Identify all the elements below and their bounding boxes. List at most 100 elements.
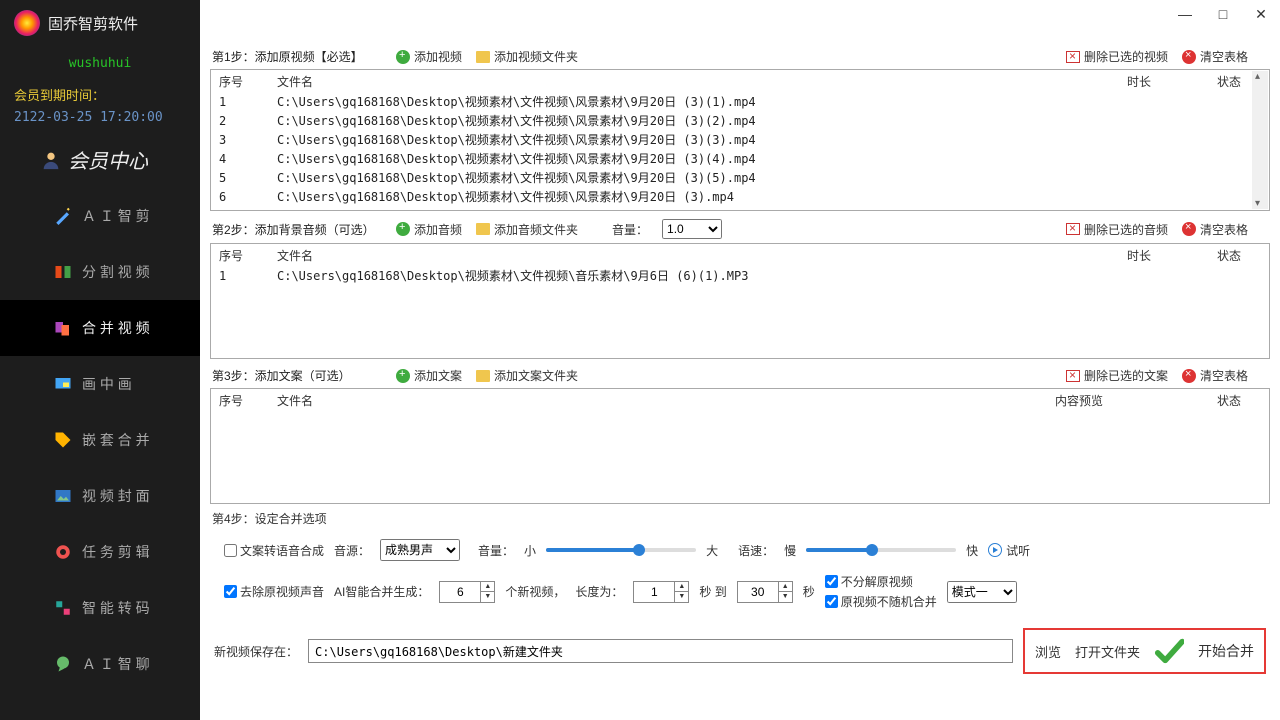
app-title-bar: 固乔智剪软件 — [0, 0, 200, 46]
username: wushuhui — [0, 46, 200, 81]
delete-selected-video-button[interactable]: 删除已选的视频 — [1066, 48, 1168, 65]
mode-select[interactable]: 模式一 — [947, 581, 1017, 603]
step1-bar: 第1步：添加原视频【必选】 添加视频 添加视频文件夹 删除已选的视频 清空表格 — [210, 44, 1270, 69]
maximize-button[interactable]: □ — [1216, 6, 1230, 23]
nav-merge[interactable]: 合 并 视 频 — [0, 300, 200, 356]
no-random-checkbox[interactable] — [825, 595, 838, 608]
nav-cover[interactable]: 视 频 封 面 — [0, 468, 200, 524]
chat-icon — [54, 655, 72, 673]
col-status: 状态 — [1189, 390, 1269, 411]
scrollbar[interactable] — [1252, 71, 1268, 209]
step1-label: 第1步：添加原视频【必选】 — [212, 48, 382, 65]
nav-transcode[interactable]: 智 能 转 码 — [0, 580, 200, 636]
browse-button[interactable]: 浏览 — [1035, 642, 1061, 661]
remove-orig-audio-checkbox[interactable] — [224, 585, 237, 598]
folder-icon — [476, 223, 490, 235]
table-row[interactable]: 1C:\Users\gq168168\Desktop\视频素材\文件视频\风景素… — [211, 92, 1269, 111]
open-folder-button[interactable]: 打开文件夹 — [1075, 642, 1140, 661]
tag-icon — [54, 431, 72, 449]
start-merge-button[interactable]: 开始合并 — [1198, 641, 1254, 661]
add-audio-folder-button[interactable]: 添加音频文件夹 — [476, 221, 578, 238]
folder-icon — [476, 370, 490, 382]
len-max-spinner[interactable]: ▲▼ — [737, 581, 793, 603]
add-text-button[interactable]: 添加文案 — [396, 367, 462, 384]
nav-nest[interactable]: 嵌 套 合 并 — [0, 412, 200, 468]
split-icon — [54, 263, 72, 281]
member-center-link[interactable]: 会员中心 — [0, 139, 200, 188]
volume-slider[interactable] — [546, 548, 696, 552]
listen-button[interactable]: 试听 — [988, 542, 1030, 559]
col-no: 序号 — [211, 245, 269, 266]
app-logo-icon — [14, 10, 40, 36]
main-content: — □ ✕ 第1步：添加原视频【必选】 添加视频 添加视频文件夹 删除已选的视频… — [200, 0, 1280, 720]
step3-label: 第3步：添加文案（可选） — [212, 367, 382, 384]
col-preview: 内容预览 — [969, 390, 1189, 411]
member-avatar-icon — [40, 149, 62, 171]
voice-select[interactable]: 成熟男声 — [380, 539, 460, 561]
magic-icon — [54, 207, 72, 225]
pip-icon — [54, 375, 72, 393]
table-row[interactable]: 5C:\Users\gq168168\Desktop\视频素材\文件视频\风景素… — [211, 168, 1269, 187]
app-title: 固乔智剪软件 — [48, 13, 138, 34]
play-icon — [988, 543, 1002, 557]
voice-label: 音源： — [334, 542, 370, 559]
table-row[interactable]: 3C:\Users\gq168168\Desktop\视频素材\文件视频\风景素… — [211, 130, 1269, 149]
delete-icon — [1066, 370, 1080, 382]
nav-task[interactable]: 任 务 剪 辑 — [0, 524, 200, 580]
transcode-icon — [54, 599, 72, 617]
output-label: 新视频保存在： — [214, 643, 298, 660]
len-min-spinner[interactable]: ▲▼ — [633, 581, 689, 603]
plus-icon — [396, 222, 410, 236]
table-row[interactable]: 2C:\Users\gq168168\Desktop\视频素材\文件视频\风景素… — [211, 111, 1269, 130]
audio-volume-label: 音量： — [612, 221, 648, 238]
table-row[interactable]: 4C:\Users\gq168168\Desktop\视频素材\文件视频\风景素… — [211, 149, 1269, 168]
folder-icon — [476, 51, 490, 63]
clear-text-table-button[interactable]: 清空表格 — [1182, 367, 1248, 384]
plus-icon — [396, 50, 410, 64]
clear-audio-table-button[interactable]: 清空表格 — [1182, 221, 1248, 238]
volume-label: 音量： — [478, 542, 514, 559]
step4-panel: 文案转语音合成 音源： 成熟男声 音量： 小 大 语速： 慢 快 试听 去除原视… — [210, 531, 1270, 618]
col-no: 序号 — [211, 390, 269, 411]
action-box: 浏览 打开文件夹 开始合并 — [1023, 628, 1266, 674]
add-video-folder-button[interactable]: 添加视频文件夹 — [476, 48, 578, 65]
nav-ai-chat[interactable]: Ａ Ｉ 智 聊 — [0, 636, 200, 692]
step3-bar: 第3步：添加文案（可选） 添加文案 添加文案文件夹 删除已选的文案 清空表格 — [210, 363, 1270, 388]
gen-label: AI智能合并生成： — [334, 583, 429, 600]
nav: Ａ Ｉ 智 剪 分 割 视 频 合 并 视 频 画 中 画 嵌 套 合 并 视 … — [0, 188, 200, 692]
sidebar: 固乔智剪软件 wushuhui 会员到期时间： 2122-03-25 17:20… — [0, 0, 200, 720]
tts-checkbox[interactable] — [224, 544, 237, 557]
col-filename: 文件名 — [269, 71, 1089, 92]
col-filename: 文件名 — [269, 390, 969, 411]
window-controls: — □ ✕ — [1178, 6, 1268, 23]
add-video-button[interactable]: 添加视频 — [396, 48, 462, 65]
audio-volume-select[interactable]: 1.0 — [662, 219, 722, 239]
image-icon — [54, 487, 72, 505]
merge-icon — [54, 319, 72, 337]
output-row: 新视频保存在： 浏览 打开文件夹 开始合并 — [210, 618, 1270, 678]
delete-selected-audio-button[interactable]: 删除已选的音频 — [1066, 221, 1168, 238]
delete-icon — [1066, 223, 1080, 235]
no-split-checkbox[interactable] — [825, 575, 838, 588]
close-button[interactable]: ✕ — [1254, 6, 1268, 23]
add-text-folder-button[interactable]: 添加文案文件夹 — [476, 367, 578, 384]
audio-table: 序号 文件名 时长 状态 1C:\Users\gq168168\Desktop\… — [210, 243, 1270, 359]
nav-pip[interactable]: 画 中 画 — [0, 356, 200, 412]
clear-icon — [1182, 369, 1196, 383]
col-duration: 时长 — [1089, 245, 1189, 266]
speed-label: 语速： — [738, 542, 774, 559]
add-audio-button[interactable]: 添加音频 — [396, 221, 462, 238]
plus-icon — [396, 369, 410, 383]
gear-icon — [54, 543, 72, 561]
table-row[interactable]: 1C:\Users\gq168168\Desktop\视频素材\文件视频\音乐素… — [211, 266, 1269, 285]
output-path-input[interactable] — [308, 639, 1013, 663]
nav-ai-clip[interactable]: Ａ Ｉ 智 剪 — [0, 188, 200, 244]
clear-video-table-button[interactable]: 清空表格 — [1182, 48, 1248, 65]
minimize-button[interactable]: — — [1178, 6, 1192, 23]
delete-selected-text-button[interactable]: 删除已选的文案 — [1066, 367, 1168, 384]
clear-icon — [1182, 222, 1196, 236]
gen-count-spinner[interactable]: ▲▼ — [439, 581, 495, 603]
speed-slider[interactable] — [806, 548, 956, 552]
nav-split[interactable]: 分 割 视 频 — [0, 244, 200, 300]
table-row[interactable]: 6C:\Users\gq168168\Desktop\视频素材\文件视频\风景素… — [211, 187, 1269, 206]
